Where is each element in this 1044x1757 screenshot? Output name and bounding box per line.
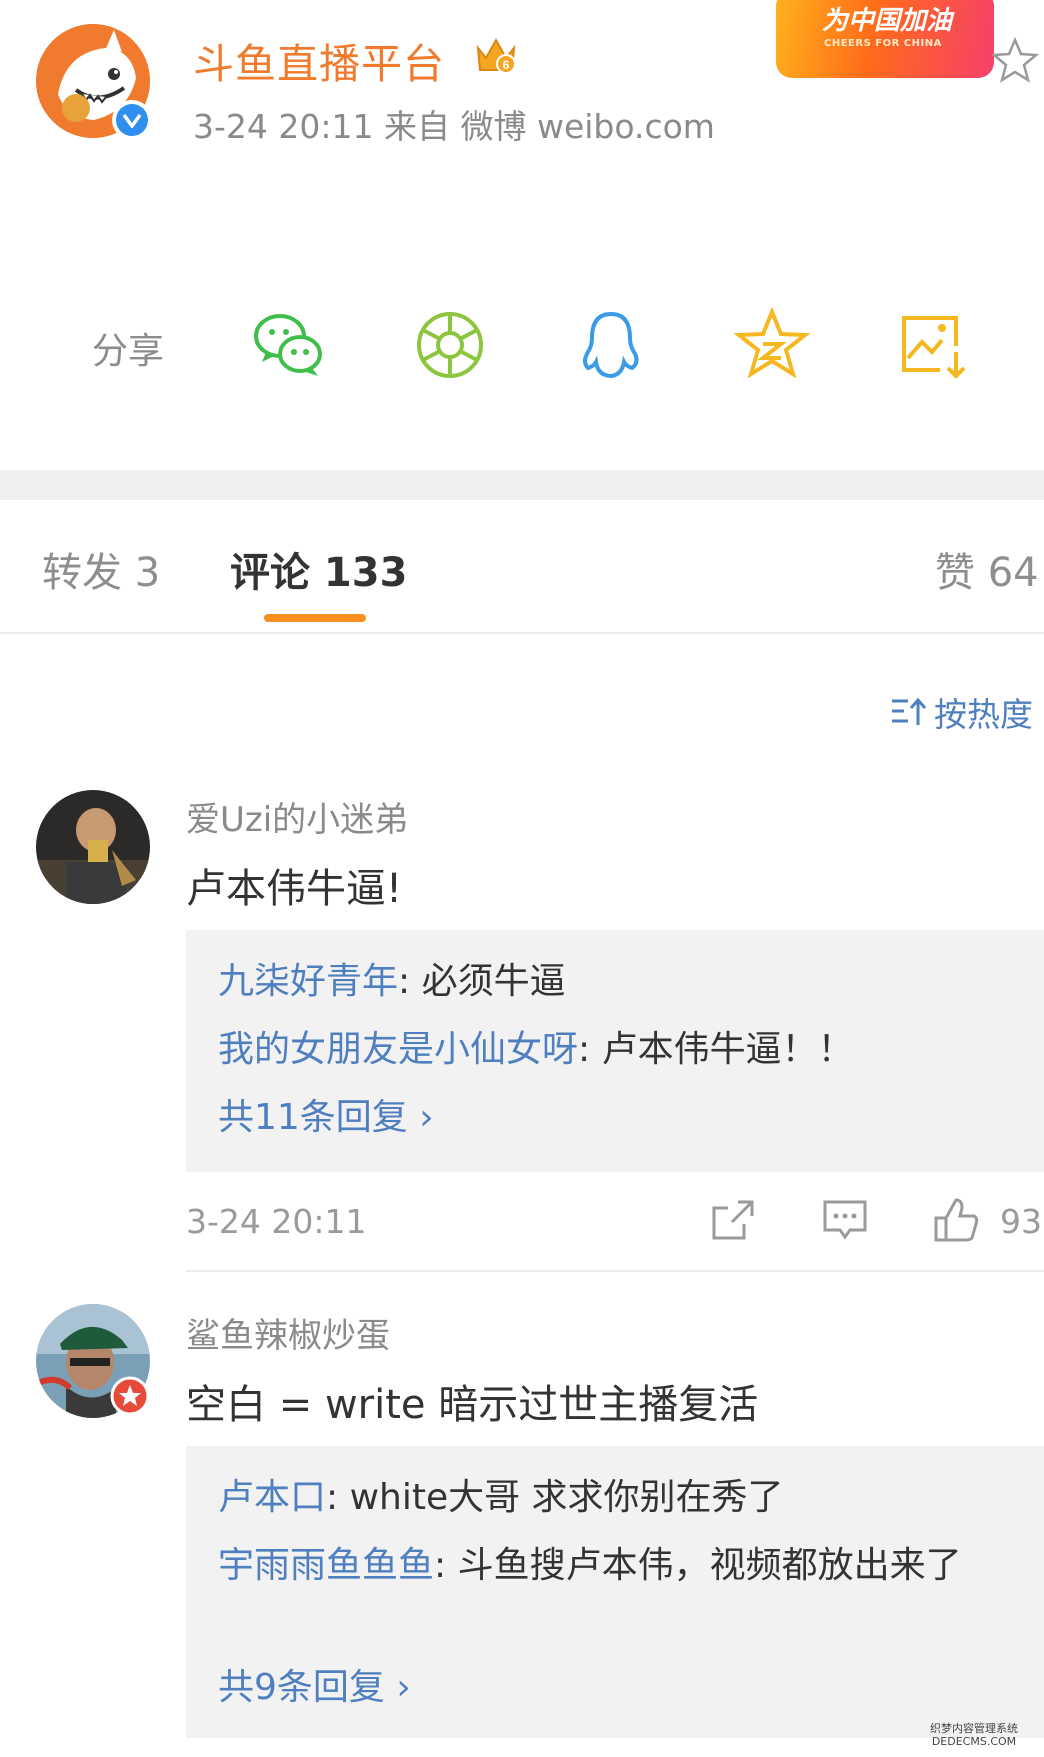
comment-author[interactable]: 爱Uzi的小迷弟	[186, 792, 408, 841]
section-separator	[0, 470, 1044, 500]
commenter-avatar[interactable]	[36, 790, 150, 904]
favorite-star-icon[interactable]	[990, 36, 1040, 86]
qzone-icon[interactable]	[733, 306, 811, 384]
post-meta: 3-24 20:11 来自 微博 weibo.com	[193, 107, 715, 146]
reply-author[interactable]: 九柒好青年	[218, 961, 398, 1002]
save-image-icon[interactable]	[894, 306, 972, 384]
banner-subtitle: CHEERS FOR CHINA	[824, 38, 942, 49]
reply-preview-box[interactable]: 卢本口: white大哥 求求你别在秀了 宇雨雨鱼鱼鱼: 斗鱼搜卢本伟，视频都放…	[186, 1446, 1044, 1738]
reply-item[interactable]: 九柒好青年: 必须牛逼	[218, 956, 1008, 1008]
share-comment-icon[interactable]	[708, 1196, 758, 1244]
moments-icon[interactable]	[411, 306, 489, 384]
svg-text:6: 6	[503, 58, 510, 72]
member-crown-icon[interactable]: 6	[474, 34, 518, 76]
view-all-replies-link[interactable]: 共11条回复 ›	[218, 1092, 434, 1144]
reply-text: : 斗鱼搜卢本伟，视频都放出来了	[434, 1545, 962, 1586]
verified-badge-icon	[112, 100, 152, 140]
cheers-for-china-banner[interactable]: 为中国加油 CHEERS FOR CHINA	[776, 0, 994, 78]
vip-badge-icon	[110, 1376, 150, 1416]
reply-text: : 卢本伟牛逼！！	[578, 1029, 854, 1070]
wechat-icon[interactable]	[250, 306, 328, 384]
tab-repost[interactable]: 转发 3	[42, 540, 160, 598]
reply-preview-box[interactable]: 九柒好青年: 必须牛逼 我的女朋友是小仙女呀: 卢本伟牛逼！！ 共11条回复 ›	[186, 930, 1044, 1172]
share-label: 分享	[92, 331, 165, 372]
like-count: 93	[1000, 1202, 1042, 1241]
reply-comment-icon[interactable]	[820, 1196, 870, 1244]
sort-by-hot-button[interactable]: 按热度	[890, 688, 1033, 736]
tab-likes[interactable]: 赞 64	[935, 540, 1039, 598]
reply-item[interactable]: 我的女朋友是小仙女呀: 卢本伟牛逼！！	[218, 1024, 1008, 1076]
qq-icon[interactable]	[572, 306, 650, 384]
reply-author[interactable]: 我的女朋友是小仙女呀	[218, 1029, 578, 1070]
comment-author[interactable]: 鲨鱼辣椒炒蛋	[186, 1308, 390, 1357]
avatar-photo	[36, 790, 150, 904]
reply-author[interactable]: 卢本口	[218, 1477, 326, 1518]
comment-time: 3-24 20:11	[186, 1202, 367, 1241]
sort-label: 按热度	[934, 695, 1033, 734]
like-comment-icon[interactable]	[932, 1196, 982, 1244]
reply-text: : white大哥 求求你别在秀了	[326, 1477, 784, 1518]
banner-title: 为中国加油	[822, 6, 953, 36]
reply-author[interactable]: 宇雨雨鱼鱼鱼	[218, 1545, 434, 1586]
view-all-replies-link[interactable]: 共9条回复 ›	[218, 1662, 411, 1714]
sort-icon	[892, 697, 926, 725]
watermark: 织梦内容管理系统 DEDECMS.COM	[930, 1722, 1018, 1748]
comment-text: 卢本伟牛逼!	[186, 866, 403, 912]
comment-text: 空白 = write 暗示过世主播复活	[186, 1382, 759, 1428]
watermark-line-1: 织梦内容管理系统	[930, 1722, 1018, 1735]
tab-divider	[0, 632, 1044, 634]
reply-item[interactable]: 卢本口: white大哥 求求你别在秀了	[218, 1472, 1008, 1524]
comment-divider	[186, 1270, 1044, 1272]
post-author-name[interactable]: 斗鱼直播平台	[193, 30, 445, 90]
reply-item[interactable]: 宇雨雨鱼鱼鱼: 斗鱼搜卢本伟，视频都放出来了	[218, 1540, 1008, 1592]
tab-comments[interactable]: 评论 133	[230, 540, 407, 598]
active-tab-indicator	[264, 614, 366, 622]
watermark-line-2: DEDECMS.COM	[931, 1735, 1017, 1748]
reply-text: : 必须牛逼	[398, 961, 566, 1002]
